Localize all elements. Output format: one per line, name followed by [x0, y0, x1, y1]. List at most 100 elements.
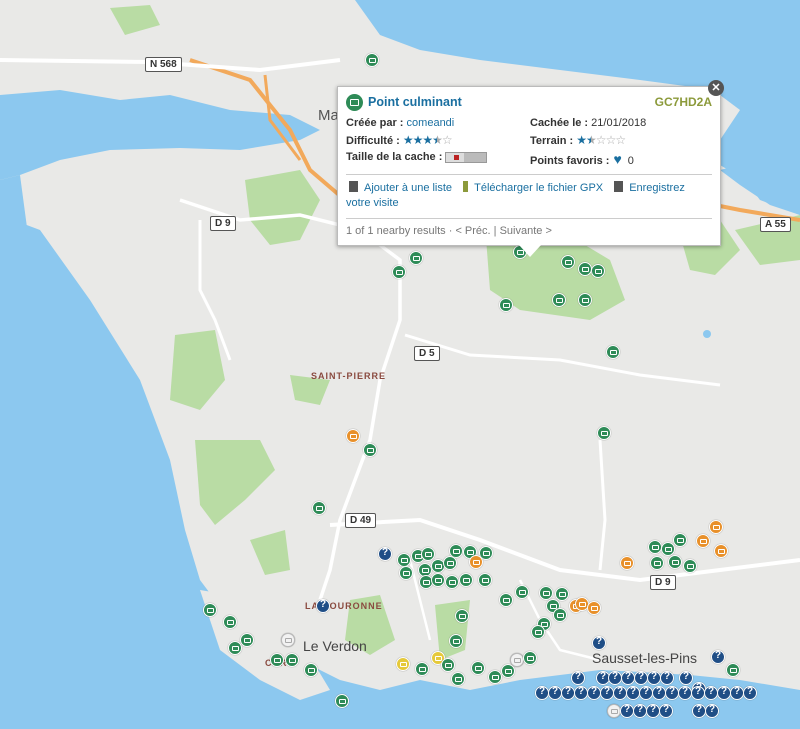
traditional-cache-marker[interactable] [597, 426, 611, 440]
mystery-cache-marker[interactable] [705, 704, 719, 718]
mystery-cache-marker[interactable] [316, 599, 330, 613]
mystery-cache-marker[interactable] [647, 671, 661, 685]
traditional-cache-marker[interactable] [668, 555, 682, 569]
traditional-cache-marker[interactable] [561, 255, 575, 269]
traditional-cache-marker[interactable] [471, 661, 485, 675]
multi-cache-marker[interactable] [709, 520, 723, 534]
multi-cache-marker[interactable] [696, 534, 710, 548]
traditional-cache-marker[interactable] [459, 573, 473, 587]
traditional-cache-marker[interactable] [285, 653, 299, 667]
traditional-cache-marker[interactable] [683, 559, 697, 573]
traditional-cache-marker[interactable] [270, 653, 284, 667]
traditional-cache-marker[interactable] [488, 670, 502, 684]
mystery-cache-marker[interactable] [561, 686, 575, 700]
event-cache-marker[interactable] [396, 657, 410, 671]
traditional-cache-marker[interactable] [304, 663, 318, 677]
multi-cache-marker[interactable] [714, 544, 728, 558]
mystery-cache-marker[interactable] [378, 547, 392, 561]
traditional-cache-marker[interactable] [591, 264, 605, 278]
map[interactable]: N 568 D 9 A 55 D 5 D 49 D 9 SAINT-PIERRE… [0, 0, 800, 729]
mystery-cache-marker[interactable] [620, 704, 634, 718]
mystery-cache-marker[interactable] [652, 686, 666, 700]
traditional-cache-marker[interactable] [441, 658, 455, 672]
mystery-cache-marker[interactable] [659, 704, 673, 718]
multi-cache-marker[interactable] [469, 555, 483, 569]
traditional-cache-marker[interactable] [397, 553, 411, 567]
traditional-cache-marker[interactable] [409, 251, 423, 265]
traditional-cache-marker[interactable] [539, 586, 553, 600]
cache-name-link[interactable]: Point culminant [368, 95, 462, 109]
mystery-cache-marker[interactable] [587, 686, 601, 700]
traditional-cache-marker[interactable] [335, 694, 349, 708]
mystery-cache-marker[interactable] [634, 671, 648, 685]
traditional-cache-marker[interactable] [228, 641, 242, 655]
mystery-cache-marker[interactable] [535, 686, 549, 700]
traditional-cache-marker[interactable] [455, 609, 469, 623]
traditional-cache-marker[interactable] [443, 556, 457, 570]
traditional-cache-marker[interactable] [421, 547, 435, 561]
traditional-cache-marker[interactable] [673, 533, 687, 547]
mystery-cache-marker[interactable] [548, 686, 562, 700]
traditional-cache-marker[interactable] [515, 585, 529, 599]
traditional-cache-marker[interactable] [312, 501, 326, 515]
traditional-cache-marker[interactable] [223, 615, 237, 629]
multi-cache-marker[interactable] [346, 429, 360, 443]
traditional-cache-marker[interactable] [650, 556, 664, 570]
traditional-cache-marker[interactable] [365, 53, 379, 67]
multi-cache-marker[interactable] [620, 556, 634, 570]
found-cache-marker[interactable] [510, 653, 524, 667]
mystery-cache-marker[interactable] [574, 686, 588, 700]
mystery-cache-marker[interactable] [592, 636, 606, 650]
mystery-cache-marker[interactable] [600, 686, 614, 700]
prev-link[interactable]: < Préc. [455, 225, 490, 237]
traditional-cache-marker[interactable] [431, 573, 445, 587]
traditional-cache-marker[interactable] [606, 345, 620, 359]
traditional-cache-marker[interactable] [449, 634, 463, 648]
traditional-cache-marker[interactable] [399, 566, 413, 580]
traditional-cache-marker[interactable] [531, 625, 545, 639]
mystery-cache-marker[interactable] [711, 650, 725, 664]
mystery-cache-marker[interactable] [639, 686, 653, 700]
traditional-cache-marker[interactable] [499, 298, 513, 312]
mystery-cache-marker[interactable] [665, 686, 679, 700]
mystery-cache-marker[interactable] [608, 671, 622, 685]
traditional-cache-marker[interactable] [661, 542, 675, 556]
owner-link[interactable]: comeandi [407, 117, 455, 129]
traditional-cache-marker[interactable] [555, 587, 569, 601]
traditional-cache-marker[interactable] [578, 293, 592, 307]
traditional-cache-marker[interactable] [392, 265, 406, 279]
traditional-cache-marker[interactable] [240, 633, 254, 647]
mystery-cache-marker[interactable] [691, 686, 705, 700]
multi-cache-marker[interactable] [587, 601, 601, 615]
download-gpx-link[interactable]: Télécharger le fichier GPX [474, 182, 603, 194]
traditional-cache-marker[interactable] [203, 603, 217, 617]
traditional-cache-marker[interactable] [648, 540, 662, 554]
next-link[interactable]: Suivante > [500, 225, 552, 237]
add-to-list-link[interactable]: Ajouter à une liste [364, 182, 452, 194]
traditional-cache-marker[interactable] [523, 651, 537, 665]
mystery-cache-marker[interactable] [660, 671, 674, 685]
mystery-cache-marker[interactable] [730, 686, 744, 700]
mystery-cache-marker[interactable] [678, 686, 692, 700]
mystery-cache-marker[interactable] [692, 704, 706, 718]
mystery-cache-marker[interactable] [613, 686, 627, 700]
mystery-cache-marker[interactable] [646, 704, 660, 718]
close-icon[interactable]: ✕ [708, 80, 724, 96]
traditional-cache-marker[interactable] [478, 573, 492, 587]
traditional-cache-marker[interactable] [553, 608, 567, 622]
mystery-cache-marker[interactable] [743, 686, 757, 700]
found-cache-marker[interactable] [607, 704, 621, 718]
mystery-cache-marker[interactable] [679, 671, 693, 685]
traditional-cache-marker[interactable] [445, 575, 459, 589]
mystery-cache-marker[interactable] [626, 686, 640, 700]
traditional-cache-marker[interactable] [499, 593, 513, 607]
mystery-cache-marker[interactable] [633, 704, 647, 718]
mystery-cache-marker[interactable] [717, 686, 731, 700]
traditional-cache-marker[interactable] [578, 262, 592, 276]
mystery-cache-marker[interactable] [621, 671, 635, 685]
mystery-cache-marker[interactable] [704, 686, 718, 700]
traditional-cache-marker[interactable] [552, 293, 566, 307]
mystery-cache-marker[interactable] [571, 671, 585, 685]
traditional-cache-marker[interactable] [363, 443, 377, 457]
traditional-cache-marker[interactable] [451, 672, 465, 686]
